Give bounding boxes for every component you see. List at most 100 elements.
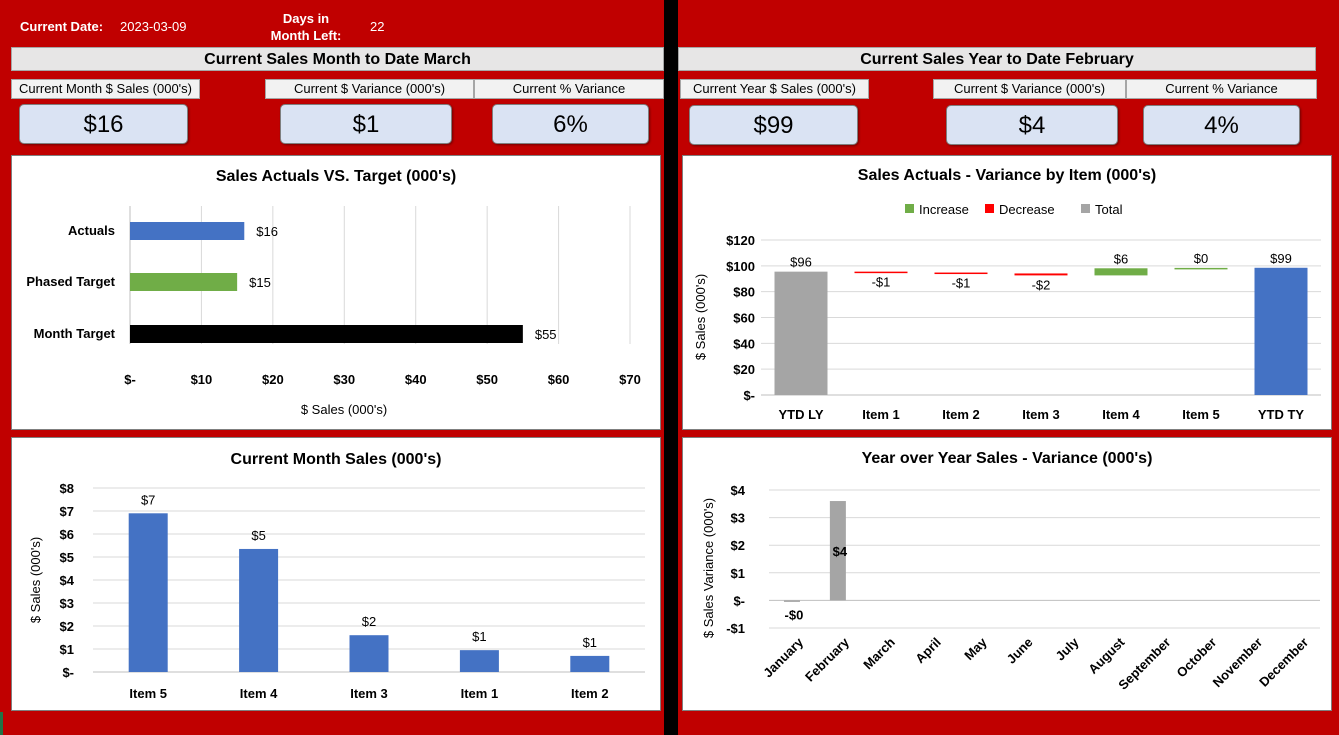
data-label: $1	[583, 635, 597, 650]
kpi-label-month-sales: Current Month $ Sales (000's)	[11, 79, 200, 99]
kpi-label-month-pct-variance: Current % Variance	[474, 79, 664, 99]
category-label: March	[860, 634, 898, 672]
y-tick-label: $2	[60, 619, 74, 634]
category-label: Item 4	[1102, 407, 1140, 422]
category-label: Item 1	[862, 407, 900, 422]
variance-bar	[783, 600, 800, 602]
y-tick-label: $4	[731, 483, 746, 498]
category-label: November	[1210, 635, 1266, 691]
data-label: $4	[833, 544, 848, 559]
category-label: August	[1085, 634, 1128, 677]
y-tick-label: $6	[60, 527, 74, 542]
y-tick-label: $8	[60, 481, 74, 496]
y-tick-label: $40	[733, 336, 755, 351]
kpi-value-year-variance: $4	[946, 105, 1118, 145]
days-left-label-line1: Days in	[282, 11, 330, 26]
legend-swatch	[985, 204, 994, 213]
days-left-label: Days in Month Left:	[270, 10, 342, 44]
category-label: October	[1173, 635, 1219, 681]
data-label: $7	[141, 492, 155, 507]
bar	[128, 513, 168, 672]
category-label: YTD TY	[1258, 407, 1305, 422]
left-section-title: Current Sales Month to Date March	[11, 47, 664, 71]
y-axis-title: $ Sales (000's)	[28, 537, 43, 623]
waterfall-bar	[1094, 268, 1148, 276]
waterfall-bar	[774, 271, 828, 395]
center-divider	[664, 0, 678, 735]
chart-yoy-variance: -$1 $- $1 $2 $3 $4 $ Sales Variance (000's) -$0…	[701, 483, 1320, 693]
bar	[459, 650, 499, 672]
data-label: $96	[790, 255, 812, 270]
kpi-value-year-pct-variance: 4%	[1143, 105, 1300, 145]
kpi-label-month-variance: Current $ Variance (000's)	[265, 79, 474, 99]
y-tick-label: $120	[726, 233, 755, 248]
y-tick-label: $4	[60, 573, 75, 588]
category-label: January	[760, 634, 806, 680]
bar	[130, 222, 245, 240]
bar	[130, 325, 523, 343]
chart-month-sales: $- $1 $2 $3 $4 $5 $6 $7 $8 $ Sales (000's) $7 Item …	[28, 481, 645, 701]
category-label: Item 5	[129, 686, 167, 701]
chart-panel-actuals-vs-target: Sales Actuals VS. Target (000's) $- $10 $2…	[11, 155, 661, 430]
kpi-value-month-sales: $16	[19, 104, 188, 144]
category-label: YTD LY	[778, 407, 823, 422]
y-tick-label: $2	[731, 538, 745, 553]
kpi-value-month-pct-variance: 6%	[492, 104, 649, 144]
y-tick-label: $5	[60, 550, 74, 565]
legend-label: Increase	[919, 202, 969, 217]
data-label: -$0	[785, 607, 804, 622]
category-label: June	[1004, 635, 1036, 667]
data-label: -$1	[872, 275, 891, 290]
y-tick-label: $80	[733, 285, 755, 300]
data-label: $6	[1114, 251, 1128, 266]
sheet-corner-marker	[0, 712, 3, 735]
data-label: $16	[256, 224, 278, 239]
data-label: $2	[362, 614, 376, 629]
y-tick-label: -$1	[726, 621, 745, 636]
current-date-value: 2023-03-09	[120, 19, 187, 34]
category-label: Item 1	[461, 686, 499, 701]
waterfall-bar	[934, 272, 988, 275]
y-tick-label: $1	[60, 642, 74, 657]
bar	[130, 273, 238, 291]
chart-waterfall: $- $20 $40 $60 $80 $100 $120 $ Sales (000's) Inc…	[693, 202, 1321, 422]
category-label: April	[912, 635, 944, 667]
bar	[349, 635, 389, 672]
kpi-label-year-variance: Current $ Variance (000's)	[933, 79, 1126, 99]
category-label: Item 3	[350, 686, 388, 701]
chart-panel-yoy-variance: Year over Year Sales - Variance (000's) …	[682, 437, 1332, 711]
data-label: -$1	[952, 275, 971, 290]
data-label: $0	[1194, 251, 1208, 266]
days-left-value: 22	[370, 19, 385, 34]
data-label: $1	[472, 629, 486, 644]
y-tick-label: $20	[733, 362, 755, 377]
y-tick-label: $-	[62, 665, 74, 680]
data-label: $15	[249, 275, 271, 290]
y-tick-label: $-	[743, 388, 755, 403]
category-label: July	[1053, 634, 1083, 664]
category-label: Month Target	[34, 326, 116, 341]
y-tick-label: $1	[731, 566, 745, 581]
chart-actuals-vs-target: $- $10 $20 $30 $40 $50 $60 $70 Actuals $16 Phased …	[26, 206, 641, 417]
x-tick-label: $70	[619, 372, 641, 387]
category-label: Item 2	[942, 407, 980, 422]
x-tick-label: $10	[191, 372, 213, 387]
x-tick-label: $30	[333, 372, 355, 387]
kpi-label-year-sales: Current Year $ Sales (000's)	[680, 79, 869, 99]
x-axis-title: $ Sales (000's)	[301, 402, 387, 417]
y-tick-label: $3	[731, 511, 745, 526]
y-axis-title: $ Sales Variance (000's)	[701, 498, 716, 638]
legend-swatch	[1081, 204, 1090, 213]
kpi-label-year-pct-variance: Current % Variance	[1126, 79, 1317, 99]
data-label: $55	[535, 327, 557, 342]
legend-label: Total	[1095, 202, 1123, 217]
category-label: May	[961, 634, 990, 663]
y-axis-title: $ Sales (000's)	[693, 274, 708, 360]
right-section-title: Current Sales Year to Date February	[678, 47, 1316, 71]
chart-panel-month-sales: Current Month Sales (000's) $- $1 $2 $3 $4 $5…	[11, 437, 661, 711]
days-left-label-line2: Month Left:	[270, 28, 342, 43]
kpi-value-year-sales: $99	[689, 105, 858, 145]
data-label: $5	[251, 528, 265, 543]
kpi-value-month-variance: $1	[280, 104, 452, 144]
x-tick-label: $50	[476, 372, 498, 387]
